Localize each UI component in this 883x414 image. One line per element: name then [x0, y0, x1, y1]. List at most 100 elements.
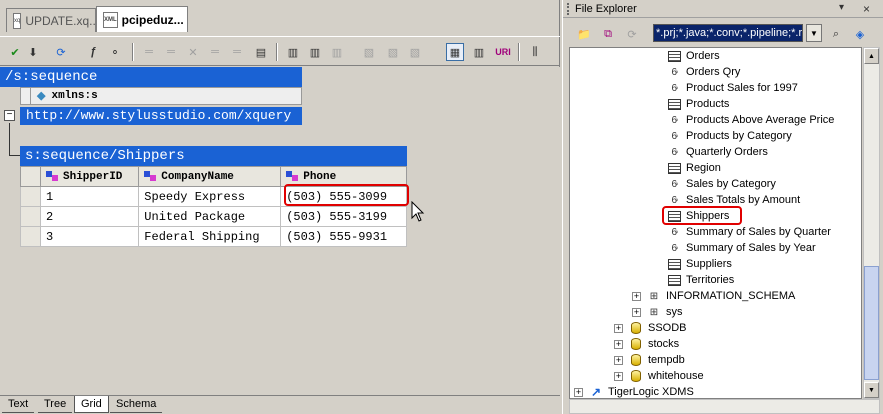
file-explorer-panel: File Explorer ▾ × 📁 ⧉ ⟳ ▼ ⌕ ◈ Orders 6◦ Or… [562, 0, 883, 414]
tab-update-xquery[interactable]: xq UPDATE.xq... [6, 8, 99, 32]
panel-menu-icon[interactable]: ▾ [839, 2, 844, 13]
tree-item[interactable]: + tempdb [614, 352, 685, 368]
tab-xml-result[interactable]: XML pcipeduz... [96, 6, 188, 32]
tree-item[interactable]: + whitehouse [614, 368, 704, 384]
row-selector[interactable] [20, 226, 41, 247]
uri-icon[interactable]: URI [494, 43, 512, 61]
sort-asc-icon[interactable]: ▧ [384, 43, 402, 61]
tree-item-label: SSODB [648, 322, 687, 334]
tree-item[interactable]: 6◦ Summary of Sales by Quarter [666, 224, 830, 240]
tab-grid[interactable]: Grid [74, 396, 109, 413]
tree-item[interactable]: + ⊞ sys [632, 304, 683, 320]
expand-icon[interactable]: + [614, 323, 623, 333]
search-icon[interactable]: ⌕ [827, 25, 845, 43]
row-selector[interactable] [20, 206, 41, 227]
sort-desc-icon[interactable]: ▧ [406, 43, 424, 61]
move-up-icon[interactable]: ═ [206, 43, 224, 61]
toolbar-separator [132, 43, 134, 61]
insert-column-icon[interactable]: ▥ [284, 43, 302, 61]
file-filter-input[interactable] [653, 24, 803, 42]
phone-highlight [284, 184, 409, 206]
connect-icon[interactable]: ⧉ [599, 25, 617, 43]
close-icon[interactable]: × [863, 2, 870, 16]
tree-item[interactable]: + ⊞ INFORMATION_SCHEMA [632, 288, 795, 304]
expand-icon[interactable]: + [614, 371, 623, 381]
namespace-value[interactable]: http://www.stylusstudio.com/xquery [20, 107, 302, 125]
expand-icon[interactable]: + [614, 355, 623, 365]
tree-item[interactable]: 6◦ Orders Qry [666, 64, 740, 80]
table-icon [666, 161, 682, 175]
tree-item[interactable]: Shippers [662, 206, 742, 225]
cell-shipperid[interactable]: 3 [39, 226, 140, 247]
download-icon[interactable]: ⬇ [24, 43, 42, 61]
corner-cell[interactable] [20, 166, 41, 187]
cell-shipperid[interactable]: 1 [39, 186, 140, 207]
folder-up-icon[interactable]: 📁 [575, 25, 593, 43]
tree-item[interactable]: Products [666, 96, 729, 112]
function-icon[interactable]: ƒ [84, 43, 102, 61]
node-tree-icon[interactable]: ⚬ [106, 43, 124, 61]
cell-phone[interactable]: (503) 555-9931 [280, 226, 407, 247]
row-selector[interactable] [20, 186, 41, 207]
cell-companyname[interactable]: United Package [138, 206, 282, 227]
horizontal-scrollbar[interactable] [569, 399, 880, 414]
grid-settings-icon[interactable]: ▤ [252, 43, 270, 61]
tree-item[interactable]: Orders [666, 48, 720, 64]
root-node-header[interactable]: /s:sequence [0, 67, 302, 87]
view-icon: 6◦ [671, 130, 678, 142]
refresh-icon[interactable]: ⟳ [623, 25, 641, 43]
tree-item[interactable]: Region [666, 160, 721, 176]
expand-icon[interactable]: + [614, 339, 623, 349]
tab-tree[interactable]: Tree [38, 396, 73, 413]
vertical-scrollbar[interactable]: ▲ ▼ [863, 47, 880, 399]
grip-icon[interactable] [567, 2, 571, 15]
expand-icon[interactable]: + [632, 307, 641, 317]
view-icon: 6◦ [671, 194, 678, 206]
column-view-icon[interactable]: ▥ [470, 43, 488, 61]
table-title[interactable]: s:sequence/Shippers [20, 146, 407, 166]
scroll-up-icon[interactable]: ▲ [864, 48, 879, 64]
refresh-icon[interactable]: ⟳ [52, 43, 70, 61]
delete-row-icon[interactable]: ✕ [184, 43, 202, 61]
scroll-down-icon[interactable]: ▼ [864, 382, 879, 398]
tree-item[interactable]: 6◦ Products Above Average Price [666, 112, 834, 128]
tree-item[interactable]: 6◦ Quarterly Orders [666, 144, 767, 160]
sort-icon[interactable]: ▧ [360, 43, 378, 61]
tree-item[interactable]: 6◦ Products by Category [666, 128, 791, 144]
tree-item-label: Products [686, 98, 730, 110]
insert-row-icon[interactable]: ═ [140, 43, 158, 61]
cell-companyname[interactable]: Speedy Express [138, 186, 282, 207]
tree-item[interactable]: 6◦ Product Sales for 1997 [666, 80, 797, 96]
cell-companyname[interactable]: Federal Shipping [138, 226, 282, 247]
table-view-icon[interactable]: ▦ [446, 43, 464, 61]
collapse-icon[interactable]: − [4, 110, 15, 121]
shippers-grid: ShipperID CompanyName Phone 1 Speedy Exp… [20, 166, 407, 247]
cell-phone[interactable]: (503) 555-3199 [280, 206, 407, 227]
chevron-down-icon[interactable]: ▼ [806, 24, 822, 42]
expand-icon[interactable]: + [574, 387, 583, 397]
scroll-thumb[interactable] [864, 266, 879, 380]
tree-item[interactable]: Suppliers [666, 256, 732, 272]
split-view-icon[interactable]: ⫼ [526, 43, 544, 61]
append-column-icon[interactable]: ▥ [306, 43, 324, 61]
database-icon [628, 369, 644, 383]
tree-item[interactable]: + ↗ TigerLogic XDMS [574, 384, 694, 398]
tab-schema[interactable]: Schema [110, 396, 163, 413]
delete-column-icon[interactable]: ▥ [328, 43, 346, 61]
expand-icon[interactable]: + [632, 291, 641, 301]
validate-icon[interactable]: ✔ [6, 43, 24, 61]
tree-item[interactable]: Territories [666, 272, 734, 288]
tree-item[interactable]: + stocks [614, 336, 679, 352]
namespace-attribute-header[interactable]: ◆ xmlns:s [20, 87, 302, 105]
options-icon[interactable]: ◈ [851, 25, 869, 43]
view-icon: 6◦ [671, 82, 678, 94]
cell-shipperid[interactable]: 2 [39, 206, 140, 227]
tree-item[interactable]: 6◦ Sales by Category [666, 176, 775, 192]
append-row-icon[interactable]: ═ [162, 43, 180, 61]
tree-item[interactable]: 6◦ Summary of Sales by Year [666, 240, 815, 256]
move-down-icon[interactable]: ═ [228, 43, 246, 61]
tab-text[interactable]: Text [2, 396, 35, 413]
column-header-shipperid[interactable]: ShipperID [39, 166, 140, 187]
column-header-companyname[interactable]: CompanyName [138, 166, 282, 187]
tree-item[interactable]: + SSODB [614, 320, 687, 336]
